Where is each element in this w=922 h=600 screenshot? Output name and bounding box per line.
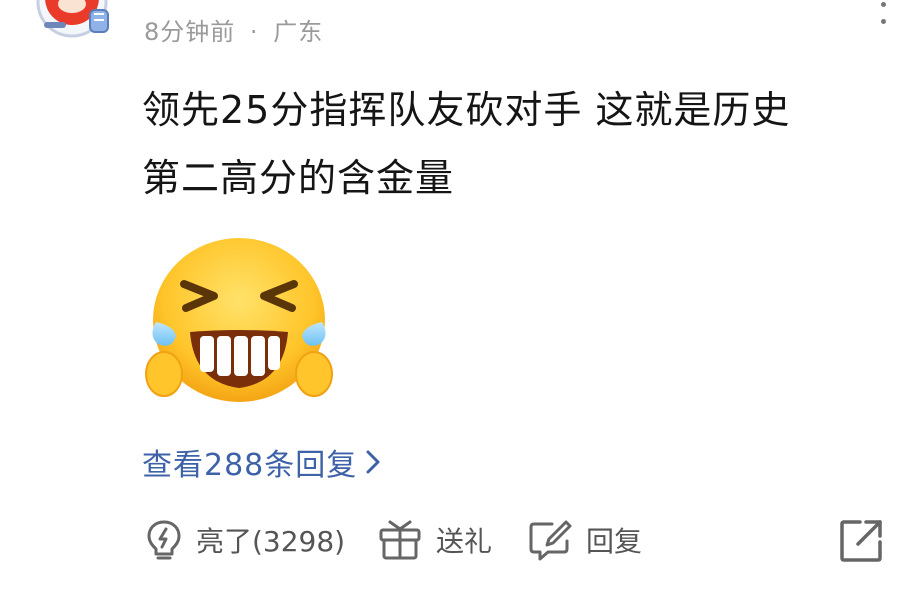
lightbulb-icon: [147, 520, 181, 560]
comment-time: 8分钟前: [144, 18, 236, 46]
gift-button[interactable]: 送礼: [378, 512, 492, 568]
comment-line: 领先25分指挥队友砍对手 这就是历史: [142, 88, 791, 132]
reply-label: 回复: [586, 525, 643, 558]
edit-reply-icon: [529, 520, 572, 561]
comment-meta: 8分钟前 · 广东: [144, 12, 323, 47]
comment-actions: 亮了(3298) 送礼 回复: [142, 512, 892, 568]
share-external-icon: [840, 520, 882, 562]
share-button[interactable]: [838, 518, 884, 564]
gift-label: 送礼: [436, 525, 493, 558]
comment-location: 广东: [273, 18, 324, 46]
more-vertical-icon[interactable]: [878, 2, 888, 24]
view-replies-link[interactable]: 查看288条回复: [142, 440, 381, 484]
avatar[interactable]: [30, 0, 116, 48]
gift-icon: [379, 520, 421, 560]
meta-separator: ·: [249, 18, 259, 46]
laughing-tears-emoji: [144, 232, 334, 414]
view-replies-label: 查看288条回复: [142, 448, 358, 483]
reply-button[interactable]: 回复: [528, 512, 642, 568]
like-button[interactable]: 亮了(3298): [146, 512, 345, 568]
like-label: 亮了(3298): [196, 525, 346, 558]
chevron-right-icon: [366, 450, 380, 474]
comment-content: 领先25分指挥队友砍对手 这就是历史 第二高分的含金量: [142, 76, 882, 212]
comment-line: 第二高分的含金量: [142, 156, 455, 200]
avatar-image: [36, 0, 109, 38]
